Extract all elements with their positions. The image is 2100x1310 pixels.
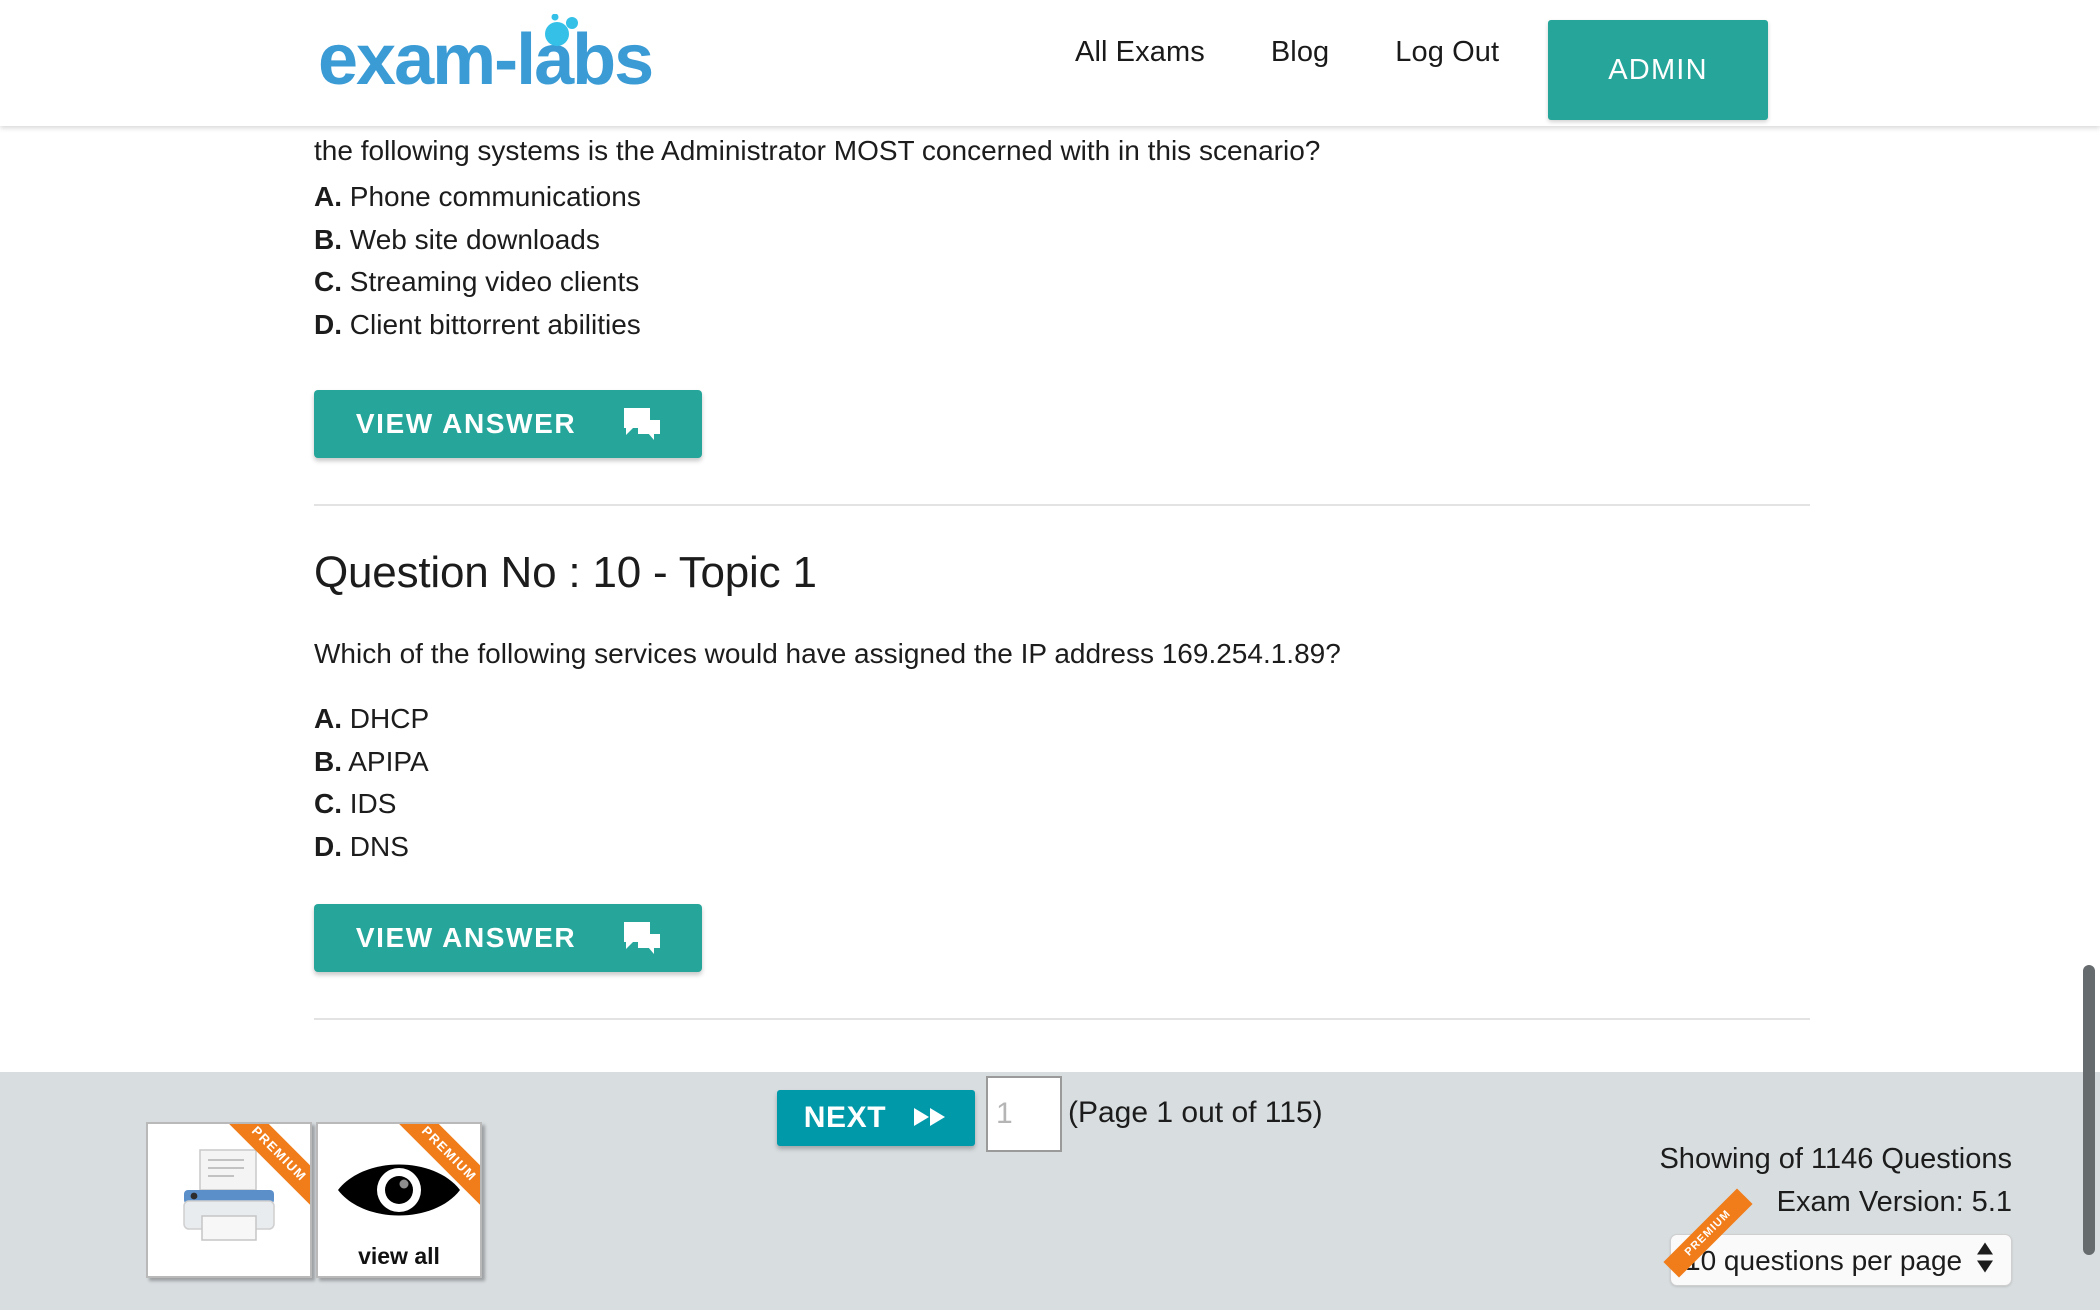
question-text-partial: the following systems is the Administrat… bbox=[314, 135, 1321, 166]
question-divider bbox=[314, 504, 1810, 506]
view-all-label: view all bbox=[358, 1243, 440, 1269]
admin-button[interactable]: ADMIN bbox=[1548, 20, 1768, 120]
nav-all-exams[interactable]: All Exams bbox=[1075, 36, 1205, 69]
option-letter: C. bbox=[314, 788, 342, 819]
option-text: Streaming video clients bbox=[349, 266, 640, 297]
view-answer-button[interactable]: VIEW ANSWER bbox=[314, 904, 702, 972]
option-text: DHCP bbox=[349, 703, 430, 734]
option-text: DNS bbox=[349, 830, 409, 862]
logo-svg: exam-labs bbox=[318, 14, 654, 100]
option-letter: D. bbox=[314, 830, 342, 862]
main-nav: All Exams Blog Log Out bbox=[1075, 36, 1499, 69]
question-divider bbox=[314, 1018, 1810, 1020]
questions-content: the following systems is the Administrat… bbox=[0, 126, 2100, 1072]
questions-per-page-wrap: 10 questions per page PREMIUM bbox=[1663, 1188, 2012, 1286]
exam-version-text: Exam Version: 5.1 bbox=[1776, 1186, 2012, 1218]
view-all-premium-box[interactable]: view all PREMIUM bbox=[316, 1122, 482, 1278]
view-answer-label: VIEW ANSWER bbox=[355, 408, 577, 439]
nav-blog[interactable]: Blog bbox=[1271, 36, 1329, 69]
option-letter: D. bbox=[314, 308, 342, 340]
answer-option[interactable]: C. IDS bbox=[314, 783, 429, 826]
option-letter: C. bbox=[314, 266, 342, 297]
option-letter: A. bbox=[314, 181, 342, 212]
showing-questions-text: Showing of 1146 Questions bbox=[1659, 1143, 2012, 1175]
answer-option[interactable]: B. Web site downloads bbox=[314, 219, 641, 262]
option-letter: A. bbox=[314, 703, 342, 734]
chat-icon bbox=[624, 922, 661, 954]
question-block-partial: the following systems is the Administrat… bbox=[0, 126, 2100, 512]
double-chevron-right-icon bbox=[912, 1106, 948, 1131]
answer-options-partial: A. Phone communications B. Web site down… bbox=[314, 176, 641, 346]
question-block: Question No : 10 - Topic 1 Which of the … bbox=[0, 512, 2100, 1072]
option-text: Phone communications bbox=[349, 181, 641, 212]
questions-per-page-select[interactable]: 10 questions per page bbox=[1670, 1234, 2012, 1286]
answer-option[interactable]: D. DNS bbox=[314, 826, 429, 869]
view-answer-button[interactable]: VIEW ANSWER bbox=[314, 390, 702, 458]
print-premium-box[interactable]: PREMIUM bbox=[146, 1122, 312, 1278]
option-text: Client bittorrent abilities bbox=[349, 308, 641, 340]
answer-option[interactable]: C. Streaming video clients bbox=[314, 261, 641, 304]
footer-info: Showing of 1146 Questions Exam Version: … bbox=[1659, 1138, 2012, 1286]
scrollbar-thumb[interactable] bbox=[2083, 965, 2095, 1255]
site-header: exam-labs All Exams Blog Log Out ADMIN bbox=[0, 0, 2100, 126]
answer-option[interactable]: A. Phone communications bbox=[314, 176, 641, 219]
option-letter: B. bbox=[314, 745, 342, 777]
exam-labs-logo[interactable]: exam-labs bbox=[318, 14, 688, 106]
nav-log-out[interactable]: Log Out bbox=[1395, 36, 1499, 69]
next-page-button[interactable]: NEXT bbox=[777, 1090, 975, 1146]
view-answer-label: VIEW ANSWER bbox=[355, 922, 577, 953]
option-text: APIPA bbox=[348, 745, 429, 777]
answer-option[interactable]: A. DHCP bbox=[314, 698, 429, 741]
page-number-input[interactable] bbox=[986, 1076, 1062, 1152]
question-text: Which of the following services would ha… bbox=[314, 638, 1341, 669]
option-text: Web site downloads bbox=[349, 223, 600, 255]
answer-option[interactable]: D. Client bittorrent abilities bbox=[314, 304, 641, 347]
option-letter: B. bbox=[314, 223, 342, 255]
question-heading: Question No : 10 - Topic 1 bbox=[314, 548, 817, 597]
page-status-text: (Page 1 out of 115) bbox=[1068, 1096, 1323, 1129]
svg-text:exam-labs: exam-labs bbox=[318, 20, 652, 100]
answer-options: A. DHCP B. APIPA C. IDS D. DNS bbox=[314, 698, 429, 868]
answer-option[interactable]: B. APIPA bbox=[314, 741, 429, 784]
chat-icon bbox=[624, 408, 661, 440]
option-text: IDS bbox=[349, 788, 397, 819]
next-label: NEXT bbox=[803, 1101, 887, 1134]
